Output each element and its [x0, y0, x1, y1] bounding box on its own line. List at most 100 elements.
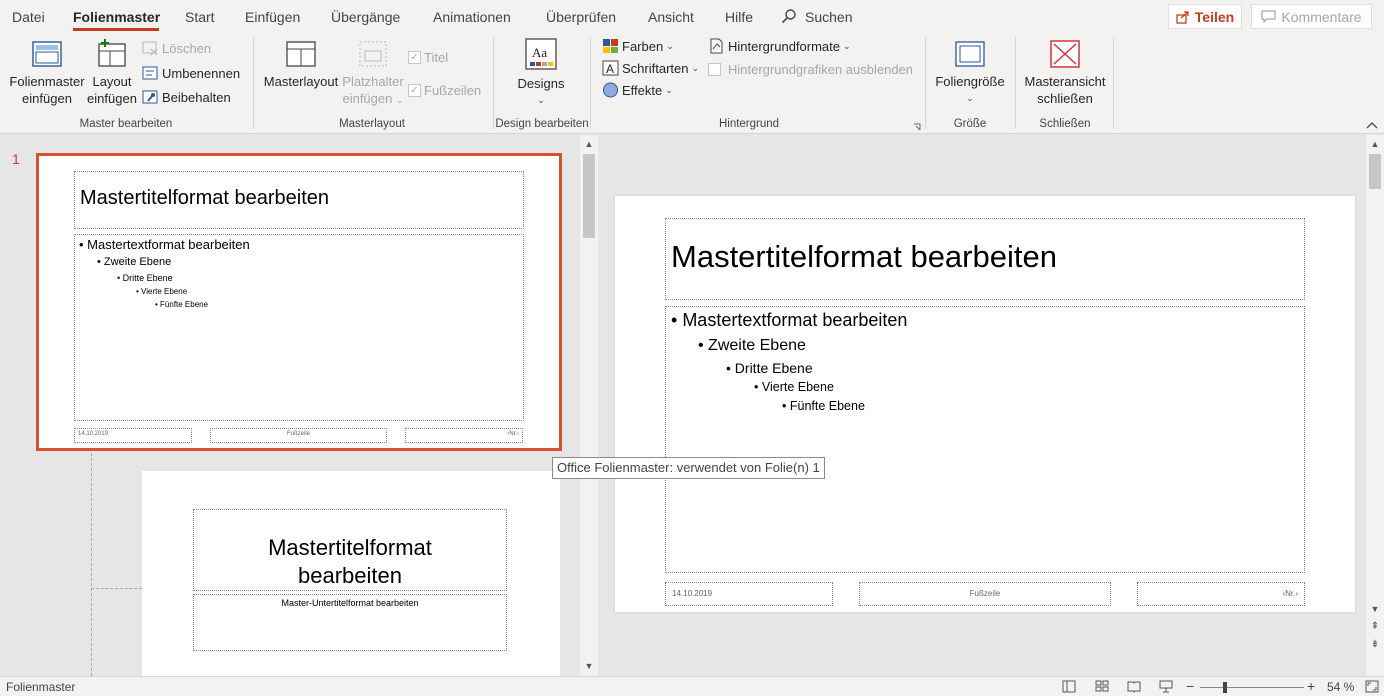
footer-checkbox[interactable]: ✓ Fußzeilen — [408, 83, 481, 98]
search-icon[interactable] — [781, 8, 797, 24]
slide-scrollbar[interactable]: ▲ ▼ ⇞ ⇟ — [1366, 135, 1384, 676]
slide-size-button[interactable]: Foliengröße ⌄ — [932, 39, 1008, 107]
zoom-slider-thumb[interactable] — [1223, 682, 1227, 693]
chevron-down-icon: ⌄ — [665, 84, 673, 95]
scrollbar-thumb[interactable] — [583, 154, 595, 238]
rename-button[interactable]: Umbenennen — [142, 66, 240, 81]
scroll-down-arrow-icon[interactable]: ▼ — [581, 661, 597, 671]
master-layout-button[interactable]: Masterlayout — [262, 39, 340, 90]
master-layout-label: Masterlayout — [263, 74, 339, 89]
insert-layout-label-1: Layout — [92, 74, 132, 89]
thumbnail-scrollbar[interactable]: ▲ ▼ — [580, 135, 598, 676]
footer-checkbox-label: Fußzeilen — [424, 83, 482, 98]
scrollbar-thumb[interactable] — [1369, 154, 1381, 189]
placeholder-icon — [359, 41, 387, 67]
hide-background-checkbox[interactable]: Hintergrundgrafiken ausblenden — [708, 62, 913, 77]
slide-title: Mastertitelformat bearbeiten — [671, 239, 1057, 274]
tab-ansicht[interactable]: Ansicht — [648, 9, 694, 25]
fonts-button[interactable]: A Schriftarten ⌄ — [602, 60, 699, 76]
active-tab-indicator — [73, 28, 159, 31]
delete-button[interactable]: Löschen — [142, 41, 211, 56]
colors-label: Farben — [622, 38, 664, 54]
chevron-down-icon: ⌄ — [395, 95, 404, 105]
colors-button[interactable]: Farben ⌄ — [602, 38, 674, 54]
title-checkbox-box[interactable]: ✓ — [408, 51, 421, 64]
insert-layout-label-2: einfügen — [87, 91, 137, 106]
title-placeholder[interactable]: Mastertitelformat bearbeiten — [665, 218, 1305, 300]
reading-view-icon[interactable] — [1127, 680, 1141, 693]
next-slide-icon[interactable]: ⇟ — [1367, 639, 1383, 650]
body-level-2: • Zweite Ebene — [698, 337, 806, 354]
slideshow-icon[interactable] — [1159, 680, 1173, 693]
chevron-down-icon: ⌄ — [666, 40, 674, 51]
collapse-ribbon-icon[interactable] — [1366, 121, 1378, 129]
insert-placeholder-button[interactable]: Platzhalter einfügen ⌄ — [340, 39, 406, 109]
thumb-level-3: • Dritte Ebene — [117, 273, 173, 283]
tab-einfuegen[interactable]: Einfügen — [245, 9, 300, 25]
chevron-down-icon: ⌄ — [966, 93, 974, 103]
insert-placeholder-label-2-text: einfügen — [342, 91, 393, 106]
normal-view-icon[interactable] — [1062, 680, 1076, 693]
zoom-in-icon[interactable]: + — [1307, 678, 1315, 694]
close-master-view-button[interactable]: Masteransicht schließen — [1020, 39, 1110, 107]
zoom-slider[interactable] — [1200, 687, 1304, 688]
thumb-title-placeholder: Mastertitelformat bearbeiten — [74, 171, 524, 229]
tab-ueberpruefen[interactable]: Überprüfen — [546, 9, 616, 25]
tab-folienmaster[interactable]: Folienmaster — [73, 9, 160, 25]
scroll-up-arrow-icon[interactable]: ▲ — [581, 139, 597, 149]
share-button[interactable]: Teilen — [1168, 4, 1242, 29]
rename-icon — [142, 66, 158, 80]
share-label: Teilen — [1194, 8, 1235, 25]
master-tooltip: Office Folienmaster: verwendet von Folie… — [552, 457, 825, 479]
hide-background-checkbox-box[interactable] — [708, 63, 721, 76]
layout-thumbnail[interactable]: Mastertitelformat bearbeiten Master-Unte… — [142, 471, 560, 681]
ribbon-separator — [253, 37, 254, 129]
thumb-body-placeholder: • Mastertextformat bearbeiten • Zweite E… — [74, 234, 524, 421]
preserve-button[interactable]: Beibehalten — [142, 90, 231, 105]
tab-animationen[interactable]: Animationen — [433, 9, 511, 25]
ribbon-separator — [1015, 37, 1016, 129]
dialog-launcher-icon[interactable] — [913, 123, 921, 131]
tab-datei[interactable]: Datei — [12, 9, 45, 25]
scroll-up-arrow-icon[interactable]: ▲ — [1367, 139, 1383, 149]
background-styles-button[interactable]: Hintergrundformate ⌄ — [708, 38, 851, 54]
body-placeholder[interactable]: • Mastertextformat bearbeiten • Zweite E… — [665, 306, 1305, 573]
ribbon-separator — [1113, 37, 1114, 129]
scroll-down-arrow-icon[interactable]: ▼ — [1367, 604, 1383, 614]
thumbnail-pane: 1 Mastertitelformat bearbeiten • Mastert… — [0, 135, 600, 681]
thumb-title: Mastertitelformat bearbeiten — [80, 187, 330, 209]
footer-checkbox-box[interactable]: ✓ — [408, 84, 421, 97]
thumb-level-2: • Zweite Ebene — [97, 256, 172, 268]
date-placeholder[interactable]: 14.10.2019 — [665, 582, 833, 606]
delete-label: Löschen — [162, 41, 212, 56]
previous-slide-icon[interactable]: ⇞ — [1367, 621, 1383, 632]
designs-button[interactable]: Aa Designs ⌄ — [510, 37, 572, 109]
slide-canvas[interactable]: Mastertitelformat bearbeiten • Mastertex… — [615, 196, 1355, 612]
master-thumbnail[interactable]: Mastertitelformat bearbeiten • Mastertex… — [36, 153, 562, 451]
thumb-date-placeholder: 14.10.2019 — [74, 428, 192, 443]
tab-hilfe[interactable]: Hilfe — [725, 9, 753, 25]
effects-button[interactable]: Effekte ⌄ — [602, 82, 673, 98]
zoom-level[interactable]: 54 % — [1327, 680, 1354, 694]
title-checkbox[interactable]: ✓ Titel — [408, 50, 448, 65]
preserve-label: Beibehalten — [162, 90, 231, 105]
effects-icon — [603, 82, 618, 98]
zoom-out-icon[interactable]: − — [1186, 678, 1194, 694]
fit-to-window-icon[interactable] — [1365, 680, 1379, 693]
insert-master-button[interactable]: Folienmaster einfügen — [8, 39, 86, 107]
slide-number-field: ‹Nr.› — [1282, 589, 1298, 598]
insert-layout-button[interactable]: Layout einfügen — [86, 39, 138, 107]
insert-layout-icon — [98, 39, 126, 67]
number-placeholder[interactable]: ‹Nr.› — [1137, 582, 1305, 606]
search-label[interactable]: Suchen — [805, 9, 852, 25]
footer-placeholder[interactable]: Fußzeile — [859, 582, 1111, 606]
menu-bar: Datei Folienmaster Start Einfügen Übergä… — [0, 0, 1384, 33]
thumb-level-1-text: Mastertextformat bearbeiten — [87, 237, 250, 252]
title-checkbox-label: Titel — [424, 50, 449, 65]
tab-uebergaenge[interactable]: Übergänge — [331, 9, 400, 25]
close-master-icon — [1050, 40, 1080, 68]
comments-button[interactable]: Kommentare — [1251, 4, 1372, 29]
insert-master-label-1: Folienmaster — [9, 74, 85, 89]
tab-start[interactable]: Start — [185, 9, 215, 25]
slide-sorter-icon[interactable] — [1095, 680, 1109, 693]
